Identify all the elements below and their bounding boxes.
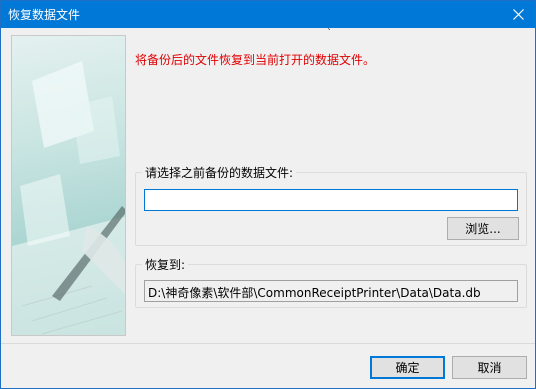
tick-mark: ` bbox=[327, 28, 332, 39]
info-message: 将备份后的文件恢复到当前打开的数据文件。 bbox=[135, 53, 376, 67]
dialog-content: ` 将备份后的文件恢复到当前打开的数据文件。 请选择之前备份的数据文件: 浏览.… bbox=[1, 28, 535, 343]
title-bar: 恢复数据文件 bbox=[1, 1, 535, 28]
close-button[interactable] bbox=[501, 1, 535, 28]
side-illustration bbox=[11, 35, 126, 336]
backup-file-input[interactable] bbox=[144, 189, 518, 211]
browse-button[interactable]: 浏览... bbox=[447, 217, 519, 240]
close-icon bbox=[512, 9, 524, 20]
select-backup-label: 请选择之前备份的数据文件: bbox=[142, 164, 297, 181]
restore-to-group: 恢复到: D:\神奇像素\软件部\CommonReceiptPrinter\Da… bbox=[135, 256, 527, 308]
cancel-button[interactable]: 取消 bbox=[452, 356, 527, 379]
pen-and-paper-image bbox=[12, 61, 125, 335]
restore-to-label: 恢复到: bbox=[142, 256, 189, 273]
restore-dialog: 恢复数据文件 ` 将备份后的文件恢复到当前打开的数据文件。 请选择之前备份的数据… bbox=[0, 0, 536, 389]
window-title: 恢复数据文件 bbox=[8, 8, 81, 22]
ok-button[interactable]: 确定 bbox=[370, 356, 445, 379]
select-backup-group: 请选择之前备份的数据文件: 浏览... bbox=[135, 164, 527, 246]
dialog-footer: 确定 取消 bbox=[1, 343, 535, 388]
restore-path-field: D:\神奇像素\软件部\CommonReceiptPrinter\Data\Da… bbox=[144, 280, 518, 302]
